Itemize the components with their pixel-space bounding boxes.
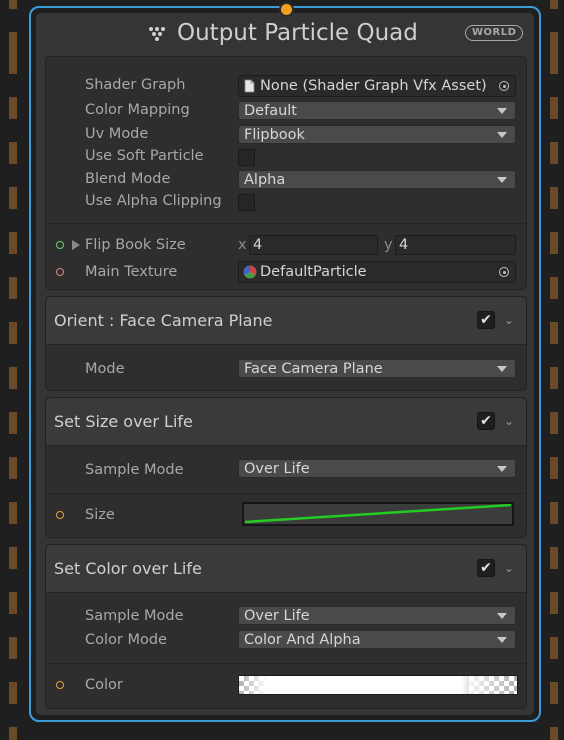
flow-connector-left (9, 0, 17, 740)
blend-mode-dropdown[interactable]: Alpha (238, 170, 516, 189)
use-alpha-clipping-label: Use Alpha Clipping (85, 193, 222, 209)
orient-block: Orient : Face Camera Plane ✔ ⌄ Mode Face… (45, 296, 527, 391)
orient-block-title: Orient : Face Camera Plane (54, 311, 273, 330)
flip-book-size-port[interactable] (56, 241, 64, 249)
orient-enabled-checkbox[interactable]: ✔ (477, 311, 495, 329)
color-over-life-header[interactable]: Set Color over Life ✔ ⌄ (46, 545, 526, 593)
color-mode-dropdown[interactable]: Color And Alpha (238, 630, 516, 649)
color-mode-label: Color Mode (85, 632, 167, 648)
divider (46, 493, 526, 494)
flow-connector-right (550, 0, 558, 740)
size-label: Size (85, 507, 115, 523)
main-texture-port[interactable] (56, 268, 64, 276)
color-gradient-field[interactable] (238, 675, 518, 695)
dropdown-arrow-icon (497, 366, 507, 372)
orient-mode-value: Face Camera Plane (244, 361, 383, 377)
shader-graph-field[interactable]: None (Shader Graph Vfx Asset) (238, 75, 516, 97)
chevron-down-icon[interactable]: ⌄ (504, 561, 514, 575)
expand-arrow-icon[interactable] (72, 240, 80, 250)
flip-book-x-label: x (238, 237, 247, 253)
color-over-life-block: Set Color over Life ✔ ⌄ Sample Mode Over… (45, 544, 527, 709)
color-mapping-dropdown[interactable]: Default (238, 101, 516, 120)
size-curve (244, 504, 512, 524)
divider (46, 663, 526, 664)
orient-block-header[interactable]: Orient : Face Camera Plane ✔ ⌄ (46, 297, 526, 345)
orient-mode-label: Mode (85, 361, 125, 377)
size-over-life-title: Set Size over Life (54, 412, 193, 431)
divider (46, 223, 526, 224)
size-curve-field[interactable] (242, 502, 514, 526)
size-sample-mode-dropdown[interactable]: Over Life (238, 459, 516, 478)
size-over-life-block: Set Size over Life ✔ ⌄ Sample Mode Over … (45, 397, 527, 538)
dropdown-arrow-icon (497, 466, 507, 472)
color-over-life-enabled-checkbox[interactable]: ✔ (477, 559, 495, 577)
dropdown-arrow-icon (497, 637, 507, 643)
color-sample-mode-value: Over Life (244, 608, 310, 624)
color-sample-mode-dropdown[interactable]: Over Life (238, 606, 516, 625)
blend-mode-value: Alpha (244, 172, 286, 188)
main-texture-value: DefaultParticle (260, 264, 367, 280)
chevron-down-icon[interactable]: ⌄ (504, 313, 514, 327)
size-over-life-header[interactable]: Set Size over Life ✔ ⌄ (46, 398, 526, 446)
object-picker-icon[interactable] (499, 81, 509, 91)
flip-book-size-label: Flip Book Size (85, 237, 186, 253)
color-port[interactable] (56, 681, 64, 689)
node-title-bar[interactable]: Output Particle Quad WORLD (35, 14, 535, 54)
file-icon (244, 79, 255, 93)
size-sample-mode-label: Sample Mode (85, 462, 184, 478)
flip-book-y-value: 4 (399, 237, 409, 253)
node-title: Output Particle Quad (177, 20, 418, 46)
color-label: Color (85, 677, 123, 693)
uv-mode-value: Flipbook (244, 127, 305, 143)
texture-icon (243, 265, 257, 279)
blend-mode-label: Blend Mode (85, 171, 171, 187)
use-soft-particle-checkbox[interactable] (238, 149, 255, 166)
object-picker-icon[interactable] (499, 267, 509, 277)
color-sample-mode-label: Sample Mode (85, 608, 184, 624)
flip-book-y-label: y (384, 237, 393, 253)
dropdown-arrow-icon (497, 613, 507, 619)
size-over-life-enabled-checkbox[interactable]: ✔ (477, 412, 495, 430)
color-mapping-label: Color Mapping (85, 102, 190, 118)
flip-book-y-field[interactable]: 4 (395, 235, 516, 255)
use-soft-particle-label: Use Soft Particle (85, 148, 204, 164)
gradient-fill (239, 676, 517, 694)
color-mapping-value: Default (244, 103, 297, 119)
size-port[interactable] (56, 511, 64, 519)
color-mode-value: Color And Alpha (244, 632, 361, 648)
use-alpha-clipping-checkbox[interactable] (238, 194, 255, 211)
uv-mode-label: Uv Mode (85, 126, 149, 142)
color-over-life-title: Set Color over Life (54, 559, 202, 578)
flip-book-x-value: 4 (253, 237, 263, 253)
uv-mode-dropdown[interactable]: Flipbook (238, 125, 516, 144)
dropdown-arrow-icon (497, 108, 507, 114)
dropdown-arrow-icon (497, 132, 507, 138)
orient-mode-dropdown[interactable]: Face Camera Plane (238, 359, 516, 378)
output-settings-panel: Shader Graph None (Shader Graph Vfx Asse… (45, 56, 527, 290)
output-dots-icon (149, 27, 165, 41)
shader-graph-label: Shader Graph (85, 77, 186, 93)
shader-graph-value: None (Shader Graph Vfx Asset) (260, 78, 487, 94)
size-sample-mode-value: Over Life (244, 461, 310, 477)
flip-book-x-field[interactable]: 4 (249, 235, 378, 255)
dropdown-arrow-icon (497, 177, 507, 183)
space-badge[interactable]: WORLD (465, 25, 524, 41)
main-texture-field[interactable]: DefaultParticle (238, 261, 516, 283)
main-texture-label: Main Texture (85, 264, 178, 280)
chevron-down-icon[interactable]: ⌄ (504, 414, 514, 428)
